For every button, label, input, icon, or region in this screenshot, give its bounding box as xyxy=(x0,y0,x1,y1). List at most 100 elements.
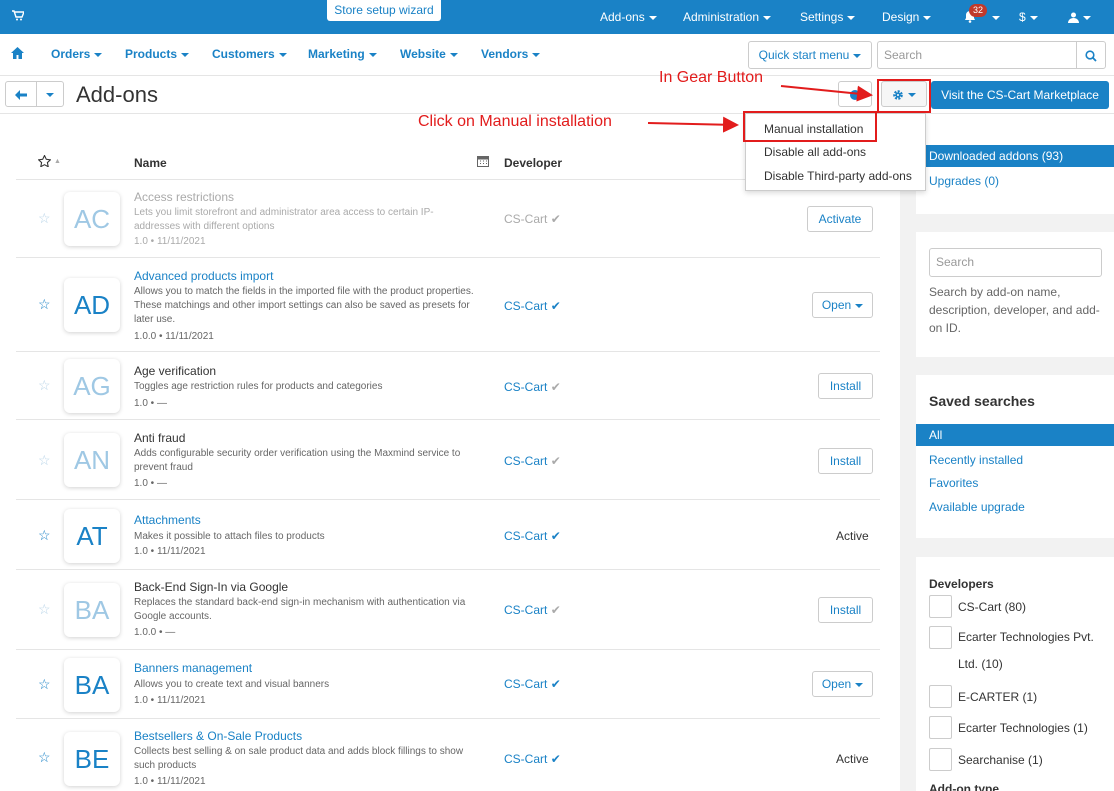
sidebar-tab-downloaded[interactable]: Downloaded addons (93) xyxy=(916,145,1114,167)
addon-developer[interactable]: CS-Cart ✔ xyxy=(504,603,561,617)
open-button[interactable]: Open xyxy=(812,292,873,318)
chevron-down-icon xyxy=(46,92,54,97)
addon-name[interactable]: Attachments xyxy=(134,513,201,527)
main-nav: Orders Products Customers Marketing Webs… xyxy=(0,34,1114,76)
addon-developer[interactable]: CS-Cart ✔ xyxy=(504,454,561,468)
annotation-gear-text: In Gear Button xyxy=(659,69,764,86)
chevron-down-icon xyxy=(181,52,190,57)
arrow-left-icon xyxy=(15,89,27,100)
developer-checkbox[interactable] xyxy=(929,716,952,739)
search-icon xyxy=(1085,50,1097,62)
topnav-design[interactable]: Design xyxy=(882,0,932,34)
developer-checkbox[interactable] xyxy=(929,626,952,649)
nav-products[interactable]: Products xyxy=(125,47,190,61)
favorite-sort-icon[interactable] xyxy=(37,154,52,170)
column-developer[interactable]: Developer xyxy=(504,156,562,170)
quick-start-menu-button[interactable]: Quick start menu xyxy=(748,41,872,69)
developer-label: Ecarter Technologies Pvt. Ltd. (10) xyxy=(958,630,1094,671)
check-icon: ✔ xyxy=(550,677,561,691)
saved-search-favorites[interactable]: Favorites xyxy=(929,476,978,490)
annotation-gear-box xyxy=(877,79,931,113)
addon-version: 1.0 • 11/11/2021 xyxy=(134,546,206,557)
star-icon[interactable]: ☆ xyxy=(38,296,51,313)
star-icon[interactable]: ☆ xyxy=(38,601,51,618)
circle-icon xyxy=(850,89,860,100)
star-icon[interactable]: ☆ xyxy=(38,749,51,766)
back-button[interactable] xyxy=(5,81,37,107)
addon-name: Age verification xyxy=(134,364,217,378)
user-menu[interactable] xyxy=(1068,0,1091,34)
menu-item-disable-third-party[interactable]: Disable Third-party add-ons xyxy=(764,169,912,183)
status-badge: Active xyxy=(836,529,869,543)
star-icon[interactable]: ☆ xyxy=(38,377,51,394)
addon-developer[interactable]: CS-Cart ✔ xyxy=(504,212,561,226)
search-button[interactable] xyxy=(1076,41,1106,69)
info-button[interactable] xyxy=(838,81,872,107)
store-setup-wizard-button[interactable]: Store setup wizard xyxy=(327,0,441,21)
table-row: ☆ AT Attachments Makes it possible to at… xyxy=(16,500,880,570)
calendar-icon[interactable] xyxy=(477,155,489,170)
nav-vendors[interactable]: Vendors xyxy=(481,47,541,61)
star-icon[interactable]: ☆ xyxy=(38,210,51,227)
addon-name[interactable]: Bestsellers & On-Sale Products xyxy=(134,729,302,743)
table-row: ☆ AD Advanced products import Allows you… xyxy=(16,258,880,352)
addon-avatar: AD xyxy=(64,278,120,332)
saved-search-all[interactable]: All xyxy=(916,424,1114,446)
addon-developer[interactable]: CS-Cart ✔ xyxy=(504,380,561,394)
page-title: Add-ons xyxy=(76,82,158,107)
addon-version: 1.0 • 11/11/2021 xyxy=(134,695,206,706)
topnav-administration[interactable]: Administration xyxy=(683,0,772,34)
annotation-manual-text: Click on Manual installation xyxy=(418,113,612,130)
star-icon[interactable]: ☆ xyxy=(38,452,51,469)
activate-button[interactable]: Activate xyxy=(807,206,873,232)
status-badge: Active xyxy=(836,752,869,766)
chevron-down-icon xyxy=(763,15,772,20)
addon-search-input[interactable]: Search xyxy=(929,248,1102,277)
nav-customers[interactable]: Customers xyxy=(212,47,287,61)
developer-label: E-CARTER (1) xyxy=(958,690,1038,704)
addon-name[interactable]: Banners management xyxy=(134,661,252,675)
search-input[interactable]: Search xyxy=(877,41,1077,69)
chevron-down-icon xyxy=(648,15,657,20)
chevron-down-icon xyxy=(992,15,1000,20)
addon-description: Collects best selling & on sale product … xyxy=(134,746,464,771)
star-icon[interactable]: ☆ xyxy=(38,527,51,544)
nav-website[interactable]: Website xyxy=(400,47,458,61)
check-icon: ✔ xyxy=(550,603,561,617)
addon-name[interactable]: Access restrictions xyxy=(134,190,234,204)
marketplace-button[interactable]: Visit the CS-Cart Marketplace xyxy=(931,81,1109,109)
chevron-down-icon xyxy=(1083,15,1091,20)
topnav-addons[interactable]: Add-ons xyxy=(600,0,657,34)
cart-icon[interactable] xyxy=(12,10,26,24)
column-name[interactable]: Name xyxy=(134,156,167,170)
addon-name[interactable]: Advanced products import xyxy=(134,269,273,283)
saved-search-recent[interactable]: Recently installed xyxy=(929,453,1023,467)
addon-avatar: AG xyxy=(64,359,120,413)
home-icon[interactable] xyxy=(11,47,24,62)
chevron-down-icon xyxy=(855,682,864,687)
developer-checkbox[interactable] xyxy=(929,685,952,708)
notification-dropdown[interactable] xyxy=(988,0,1000,34)
install-button[interactable]: Install xyxy=(818,597,873,623)
sidebar-tab-upgrades[interactable]: Upgrades (0) xyxy=(929,174,999,188)
install-button[interactable]: Install xyxy=(818,448,873,474)
addon-developer[interactable]: CS-Cart ✔ xyxy=(504,752,561,766)
saved-search-upgrade[interactable]: Available upgrade xyxy=(929,500,1025,514)
nav-marketing[interactable]: Marketing xyxy=(308,47,377,61)
developers-title: Developers xyxy=(929,577,994,591)
nav-orders[interactable]: Orders xyxy=(51,47,103,61)
topnav-settings[interactable]: Settings xyxy=(800,0,856,34)
install-button[interactable]: Install xyxy=(818,373,873,399)
developer-checkbox[interactable] xyxy=(929,595,952,618)
developer-checkbox[interactable] xyxy=(929,748,952,771)
back-dropdown-button[interactable] xyxy=(36,81,64,107)
addon-developer[interactable]: CS-Cart ✔ xyxy=(504,677,561,691)
addon-developer[interactable]: CS-Cart ✔ xyxy=(504,529,561,543)
check-icon: ✔ xyxy=(550,752,561,766)
addon-version: 1.0.0 • 11/11/2021 xyxy=(134,331,214,342)
open-button[interactable]: Open xyxy=(812,671,873,697)
currency-selector[interactable]: $ xyxy=(1019,0,1038,34)
addon-developer[interactable]: CS-Cart ✔ xyxy=(504,299,561,313)
menu-item-disable-all[interactable]: Disable all add-ons xyxy=(764,145,866,159)
star-icon[interactable]: ☆ xyxy=(38,676,51,693)
